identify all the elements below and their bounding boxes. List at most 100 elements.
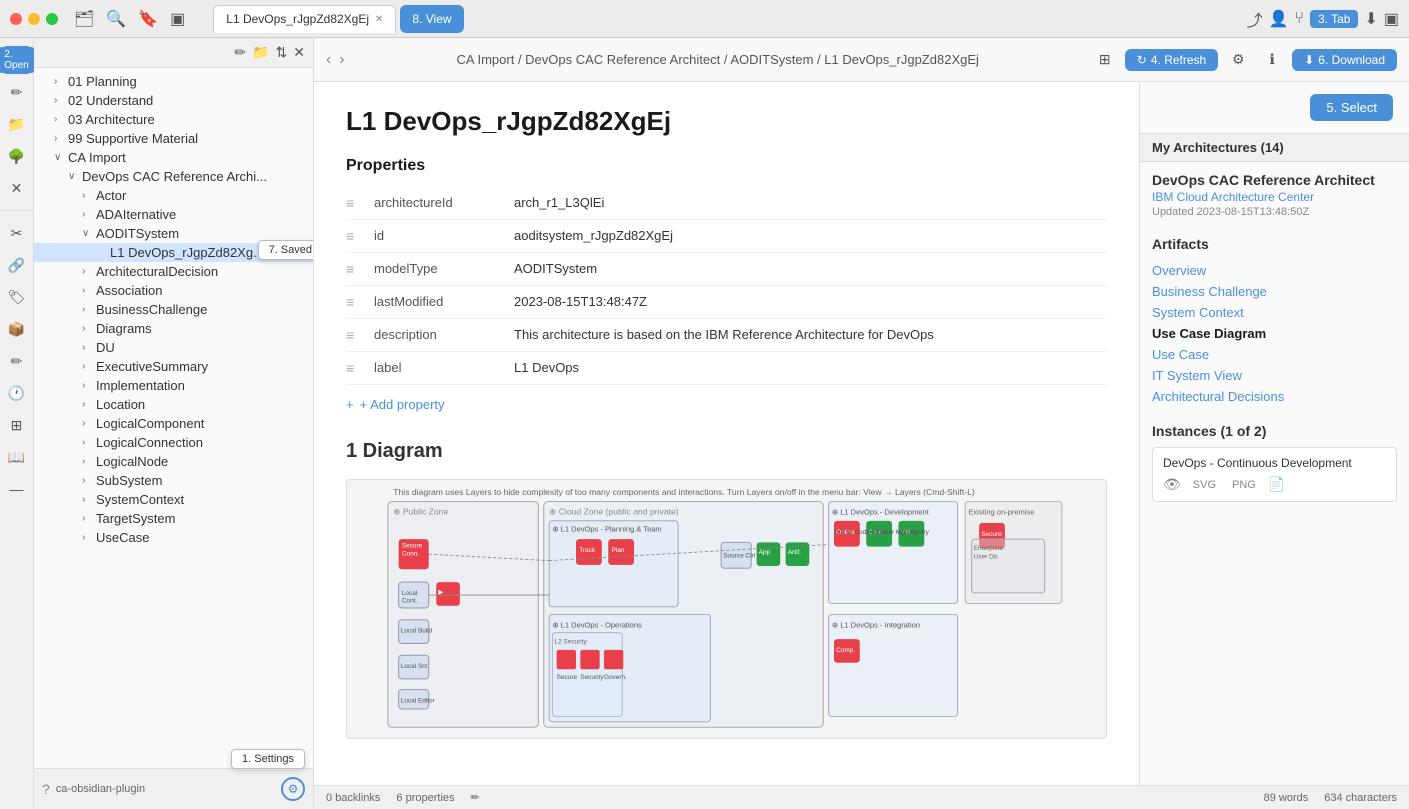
tree-item-adalternative[interactable]: › ADAIternative bbox=[34, 205, 313, 224]
right-panel: 5. Select My Architectures (14) DevOps C… bbox=[1139, 82, 1409, 785]
instances-section: Instances (1 of 2) DevOps - Continuous D… bbox=[1140, 415, 1409, 516]
minimize-button[interactable] bbox=[28, 13, 40, 25]
tree-item-arch-decision[interactable]: › ArchitecturalDecision bbox=[34, 262, 313, 281]
search-icon[interactable]: 🔍 bbox=[106, 9, 126, 29]
tree-item-association[interactable]: › Association bbox=[34, 281, 313, 300]
settings-icon[interactable]: ⚙ bbox=[1224, 46, 1252, 74]
select-button[interactable]: 5. Select bbox=[1310, 94, 1393, 121]
share-icon[interactable]: ⤴ bbox=[1246, 7, 1262, 31]
sidebar-icon-link[interactable]: 🔗 bbox=[3, 251, 31, 279]
sidebar-icon-tree[interactable]: 🌳 bbox=[3, 142, 31, 170]
artifact-link-overview[interactable]: Overview bbox=[1152, 263, 1206, 278]
tree-item-supportive[interactable]: › 99 Supportive Material bbox=[34, 129, 313, 148]
tree-item-actor[interactable]: › Actor bbox=[34, 186, 313, 205]
svg-text:App: App bbox=[759, 549, 771, 556]
sidebar-icon-folder[interactable]: 📁 bbox=[3, 110, 31, 138]
file-icon[interactable]: 📄 bbox=[1268, 476, 1285, 493]
forward-button[interactable]: › bbox=[339, 51, 344, 69]
sidebar-toggle-icon[interactable]: ▣ bbox=[1384, 9, 1399, 29]
artifact-item-it-system-view[interactable]: IT System View bbox=[1152, 365, 1397, 386]
tree-item-du[interactable]: › DU bbox=[34, 338, 313, 357]
tree-item-use-case[interactable]: › UseCase bbox=[34, 528, 313, 547]
close-tree-icon[interactable]: ✕ bbox=[293, 44, 305, 61]
tab-close-icon[interactable]: ✕ bbox=[375, 14, 383, 25]
sidebar-icon-edit[interactable]: ✏ bbox=[3, 78, 31, 106]
tree-item-implementation[interactable]: › Implementation bbox=[34, 376, 313, 395]
png-button[interactable]: PNG bbox=[1228, 477, 1260, 493]
tree-item-devops-cac[interactable]: ∨ DevOps CAC Reference Archi... bbox=[34, 167, 313, 186]
tree-item-sub-system[interactable]: › SubSystem bbox=[34, 471, 313, 490]
file-tree-header-icons: ✏ 📁 ⇅ ✕ bbox=[234, 44, 305, 61]
artifact-item-arch-decisions[interactable]: Architectural Decisions bbox=[1152, 386, 1397, 407]
instance-name: DevOps - Continuous Development bbox=[1163, 456, 1386, 470]
info-icon[interactable]: ℹ bbox=[1258, 46, 1286, 74]
tree-item-label: CA Import bbox=[68, 150, 305, 165]
new-folder-icon[interactable]: 📁 bbox=[252, 44, 269, 61]
sidebar-icon-scissors[interactable]: ✂ bbox=[3, 219, 31, 247]
sidebar-icons: 2. Open ✏ 📁 🌳 ✕ ✂ 🔗 🏷 📦 ✏ 🕐 ⊞ 📖 — bbox=[0, 38, 34, 809]
settings-button[interactable]: ⚙ bbox=[281, 777, 305, 801]
tree-item-logical-node[interactable]: › LogicalNode bbox=[34, 452, 313, 471]
open-badge[interactable]: 2. Open bbox=[0, 47, 35, 73]
eye-icon[interactable]: 👁 bbox=[1163, 476, 1181, 493]
svg-text:User Dir.: User Dir. bbox=[974, 553, 999, 560]
artifact-link-business-challenge[interactable]: Business Challenge bbox=[1152, 284, 1267, 299]
sidebar-icon-terminal[interactable]: — bbox=[3, 475, 31, 503]
sidebar-icon-grid[interactable]: ⊞ bbox=[3, 411, 31, 439]
maximize-button[interactable] bbox=[46, 13, 58, 25]
view-tab[interactable]: 8. View bbox=[400, 5, 463, 33]
tree-item-business-challenge[interactable]: › BusinessChallenge bbox=[34, 300, 313, 319]
sidebar-icon-clock[interactable]: 🕐 bbox=[3, 379, 31, 407]
sidebar-icon-pencil[interactable]: ✏ bbox=[3, 347, 31, 375]
refresh-button[interactable]: ↻ 4. Refresh bbox=[1125, 49, 1218, 71]
person-icon[interactable]: 👤 bbox=[1268, 9, 1288, 29]
tree-item-understand[interactable]: › 02 Understand bbox=[34, 91, 313, 110]
tree-item-logical-connection[interactable]: › LogicalConnection bbox=[34, 433, 313, 452]
close-button[interactable] bbox=[10, 13, 22, 25]
artifact-item-use-case[interactable]: Use Case bbox=[1152, 344, 1397, 365]
chevron-right-icon: › bbox=[82, 418, 96, 429]
sidebar-icon-book[interactable]: 📖 bbox=[3, 443, 31, 471]
tree-item-system-context[interactable]: › SystemContext bbox=[34, 490, 313, 509]
property-row-last-modified: ≡ lastModified 2023-08-15T13:48:47Z bbox=[346, 286, 1107, 319]
tree-item-logical-component[interactable]: › LogicalComponent bbox=[34, 414, 313, 433]
chevron-down-icon: ∨ bbox=[82, 228, 96, 239]
artifact-link-system-context[interactable]: System Context bbox=[1152, 305, 1244, 320]
sidebar-icon-box[interactable]: 📦 bbox=[3, 315, 31, 343]
sidebar-icon-close[interactable]: ✕ bbox=[3, 174, 31, 202]
artifact-link-use-case[interactable]: Use Case bbox=[1152, 347, 1209, 362]
svg-text:Govern.: Govern. bbox=[604, 674, 627, 681]
artifact-link-it-system-view[interactable]: IT System View bbox=[1152, 368, 1242, 383]
new-file-icon[interactable]: ✏ bbox=[234, 44, 246, 61]
tree-item-planning[interactable]: › 01 Planning bbox=[34, 72, 313, 91]
select-btn-wrapper: 5. Select bbox=[1148, 90, 1401, 125]
back-button[interactable]: ‹ bbox=[326, 51, 331, 69]
document-tab[interactable]: L1 DevOps_rJgpZd82XgEj ✕ bbox=[213, 5, 396, 33]
branch-icon[interactable]: ⑂ bbox=[1294, 10, 1304, 28]
tree-item-diagrams[interactable]: › Diagrams bbox=[34, 319, 313, 338]
toolbar-right: ⊞ ↻ 4. Refresh ⚙ ℹ ⬇ 6. Download bbox=[1091, 46, 1397, 74]
tree-item-exec-summary[interactable]: › ExecutiveSummary bbox=[34, 357, 313, 376]
tree-item-target-system[interactable]: › TargetSystem bbox=[34, 509, 313, 528]
tree-item-ca-import[interactable]: ∨ CA Import bbox=[34, 148, 313, 167]
sidebar-icon-open[interactable]: 2. Open bbox=[3, 46, 31, 74]
download-button[interactable]: ⬇ 6. Download bbox=[1292, 49, 1397, 71]
add-property-button[interactable]: + + Add property bbox=[346, 397, 1107, 412]
artifact-item-overview[interactable]: Overview bbox=[1152, 260, 1397, 281]
artifact-item-business-challenge[interactable]: Business Challenge bbox=[1152, 281, 1397, 302]
columns-icon[interactable]: ⊞ bbox=[1091, 46, 1119, 74]
tree-item-location[interactable]: › Location bbox=[34, 395, 313, 414]
question-icon[interactable]: ? bbox=[42, 781, 50, 797]
tree-item-architecture[interactable]: › 03 Architecture bbox=[34, 110, 313, 129]
layout-icon[interactable]: ▣ bbox=[170, 9, 185, 29]
svg-button[interactable]: SVG bbox=[1189, 477, 1220, 493]
download-icon[interactable]: ⬇ bbox=[1364, 9, 1377, 29]
svg-text:VM registry: VM registry bbox=[896, 529, 929, 536]
chevron-right-icon: › bbox=[82, 380, 96, 391]
bookmark-icon[interactable]: 🔖 bbox=[138, 9, 158, 29]
artifact-item-system-context[interactable]: System Context bbox=[1152, 302, 1397, 323]
artifact-link-arch-decisions[interactable]: Architectural Decisions bbox=[1152, 389, 1284, 404]
folder-icon[interactable]: 🗂 bbox=[74, 9, 94, 29]
sort-icon[interactable]: ⇅ bbox=[276, 44, 288, 61]
sidebar-icon-tag[interactable]: 🏷 bbox=[3, 283, 31, 311]
